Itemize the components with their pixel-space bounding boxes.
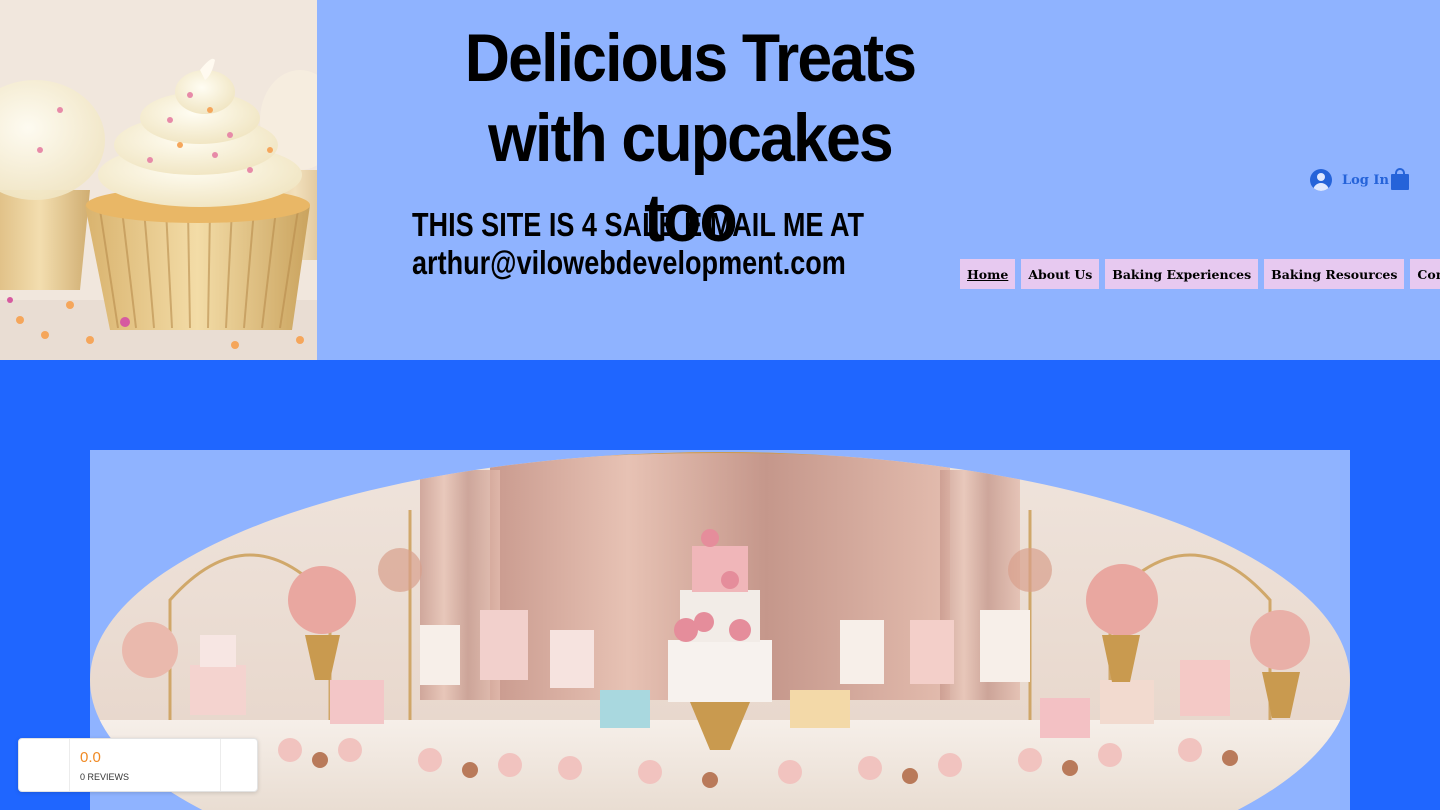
cake-display-banner bbox=[90, 450, 1350, 810]
site-header: Delicious Treats with cupcakes too THIS … bbox=[0, 0, 1440, 360]
login-button[interactable]: Log In bbox=[1310, 166, 1389, 194]
sale-notice-email: arthur@vilowebdevelopment.com bbox=[412, 244, 846, 281]
main-navigation: Home About Us Baking Experiences Baking … bbox=[960, 259, 1440, 289]
login-label: Log In bbox=[1342, 172, 1389, 188]
cake-display-image bbox=[90, 452, 1350, 810]
nav-item-home[interactable]: Home bbox=[960, 259, 1016, 289]
sale-notice: THIS SITE IS 4 SALE E MAIL ME AT arthur@… bbox=[412, 206, 864, 282]
sale-notice-line-1: THIS SITE IS 4 SALE E MAIL ME AT bbox=[412, 206, 865, 243]
reviews-logo bbox=[19, 739, 70, 791]
avatar-icon bbox=[1310, 169, 1332, 191]
site-title-line-1: Delicious Treats bbox=[464, 20, 917, 96]
review-count: 0 REVIEWS bbox=[80, 772, 130, 782]
nav-item-about-us[interactable]: About Us bbox=[1021, 259, 1100, 289]
nav-item-baking-experiences[interactable]: Baking Experiences bbox=[1105, 259, 1259, 289]
shopping-bag-icon[interactable] bbox=[1391, 168, 1409, 190]
cupcake-hero-image bbox=[0, 0, 317, 360]
reviews-widget[interactable]: 0.0 0 REVIEWS bbox=[18, 738, 258, 792]
nav-item-baking-resources[interactable]: Baking Resources bbox=[1264, 259, 1405, 289]
reviews-action[interactable] bbox=[221, 739, 257, 791]
reviews-summary: 0.0 0 REVIEWS bbox=[70, 739, 221, 791]
nav-item-contact-us[interactable]: Contact Us bbox=[1410, 259, 1440, 289]
review-score: 0.0 bbox=[80, 749, 101, 766]
